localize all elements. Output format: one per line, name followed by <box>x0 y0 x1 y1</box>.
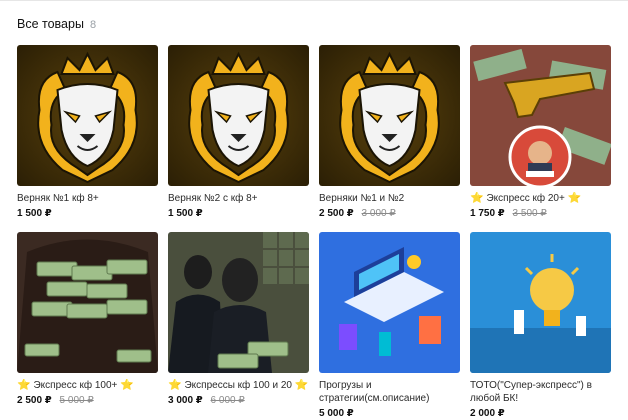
product-name[interactable]: Прогрузы и стратегии(см.описание) <box>319 379 460 405</box>
star-icon: ⭐ <box>168 379 182 391</box>
lion-crown-logo-icon <box>168 45 309 186</box>
product-card[interactable]: ТОТО("Супер-экспресс") в любой БК! 2 000… <box>470 232 611 419</box>
price-block: 2 000 ₽ <box>470 407 611 420</box>
product-image[interactable] <box>17 232 158 373</box>
price: 2 000 ₽ <box>470 408 505 419</box>
price: 3 000 ₽ <box>168 395 203 406</box>
price-block: 5 000 ₽ <box>319 407 460 420</box>
old-price: 3 000 ₽ <box>361 208 396 219</box>
price-block: 1 500 ₽ <box>168 207 309 220</box>
product-image[interactable] <box>17 45 158 186</box>
product-image[interactable] <box>470 45 611 186</box>
star-icon: ⭐ <box>17 379 31 391</box>
cash-gun-cartoon-icon <box>470 45 611 186</box>
product-name-text: Прогрузы и стратегии(см.описание) <box>319 380 430 404</box>
product-name-text: Экспресс кф 20+ <box>486 193 565 204</box>
product-card[interactable]: Верняк №2 с кф 8+ 1 500 ₽ <box>168 45 309 232</box>
price: 2 500 ₽ <box>319 208 354 219</box>
product-name-text: Верняки №1 и №2 <box>319 193 405 204</box>
lightbulb-icon <box>470 232 611 373</box>
old-price: 5 000 ₽ <box>59 395 94 406</box>
price: 1 500 ₽ <box>17 208 52 219</box>
items-count: 8 <box>89 19 97 31</box>
star-icon: ⭐ <box>120 379 134 391</box>
price-block: 2 500 ₽ 5 000 ₽ <box>17 394 158 407</box>
section-header: Все товары 8 <box>17 17 96 31</box>
product-name[interactable]: Верняк №1 кф 8+ <box>17 192 158 205</box>
price-block: 1 750 ₽ 3 500 ₽ <box>470 207 611 220</box>
store-page: Все товары 8 Верняк №1 кф 8+ 1 500 ₽ Вер… <box>0 0 628 420</box>
star-icon: ⭐ <box>294 379 309 391</box>
price: 1 500 ₽ <box>168 208 203 219</box>
star-icon: ⭐ <box>567 192 582 204</box>
price: 1 750 ₽ <box>470 208 505 219</box>
product-image[interactable] <box>168 232 309 373</box>
product-card[interactable]: Верняки №1 и №2 2 500 ₽ 3 000 ₽ <box>319 45 460 232</box>
old-price: 3 500 ₽ <box>512 208 547 219</box>
section-title[interactable]: Все товары <box>17 17 84 31</box>
product-name-text: Верняк №2 с кф 8+ <box>168 193 258 204</box>
divider <box>0 0 628 1</box>
money-bag-icon <box>17 232 158 373</box>
product-grid: Верняк №1 кф 8+ 1 500 ₽ Верняк №2 с кф 8… <box>17 45 611 419</box>
product-card[interactable]: Прогрузы и стратегии(см.описание) 5 000 … <box>319 232 460 419</box>
star-icon: ⭐ <box>470 192 484 204</box>
product-name[interactable]: ⭐ Экспресс кф 20+ ⭐ <box>470 192 611 205</box>
product-image[interactable] <box>168 45 309 186</box>
product-name[interactable]: ⭐ Экспресс кф 100+ ⭐ <box>17 379 158 392</box>
product-name[interactable]: Верняк №2 с кф 8+ <box>168 192 309 205</box>
product-image[interactable] <box>319 232 460 373</box>
product-name-text: Верняк №1 кф 8+ <box>17 193 99 204</box>
product-card[interactable]: ⭐ Экспрессы кф 100 и 20 ⭐ 3 000 ₽ 6 000 … <box>168 232 309 419</box>
price: 2 500 ₽ <box>17 395 52 406</box>
price-block: 3 000 ₽ 6 000 ₽ <box>168 394 309 407</box>
product-name-text: ТОТО("Супер-экспресс") в любой БК! <box>470 380 592 404</box>
product-name-text: Экспрессы кф 100 и 20 <box>184 380 292 391</box>
product-card[interactable]: Верняк №1 кф 8+ 1 500 ₽ <box>17 45 158 232</box>
product-image[interactable] <box>470 232 611 373</box>
lion-crown-logo-icon <box>17 45 158 186</box>
old-price: 6 000 ₽ <box>210 395 245 406</box>
product-name[interactable]: Верняки №1 и №2 <box>319 192 460 205</box>
product-name[interactable]: ТОТО("Супер-экспресс") в любой БК! <box>470 379 611 405</box>
product-image[interactable] <box>319 45 460 186</box>
product-name-text: Экспресс кф 100+ <box>33 380 118 391</box>
product-name[interactable]: ⭐ Экспрессы кф 100 и 20 ⭐ <box>168 379 309 392</box>
product-card[interactable]: ⭐ Экспресс кф 20+ ⭐ 1 750 ₽ 3 500 ₽ <box>470 45 611 232</box>
price-block: 2 500 ₽ 3 000 ₽ <box>319 207 460 220</box>
price: 5 000 ₽ <box>319 408 354 419</box>
product-card[interactable]: ⭐ Экспресс кф 100+ ⭐ 2 500 ₽ 5 000 ₽ <box>17 232 158 419</box>
lion-crown-logo-icon <box>319 45 460 186</box>
masked-robbers-icon <box>168 232 309 373</box>
price-block: 1 500 ₽ <box>17 207 158 220</box>
isometric-laptop-icon <box>319 232 460 373</box>
